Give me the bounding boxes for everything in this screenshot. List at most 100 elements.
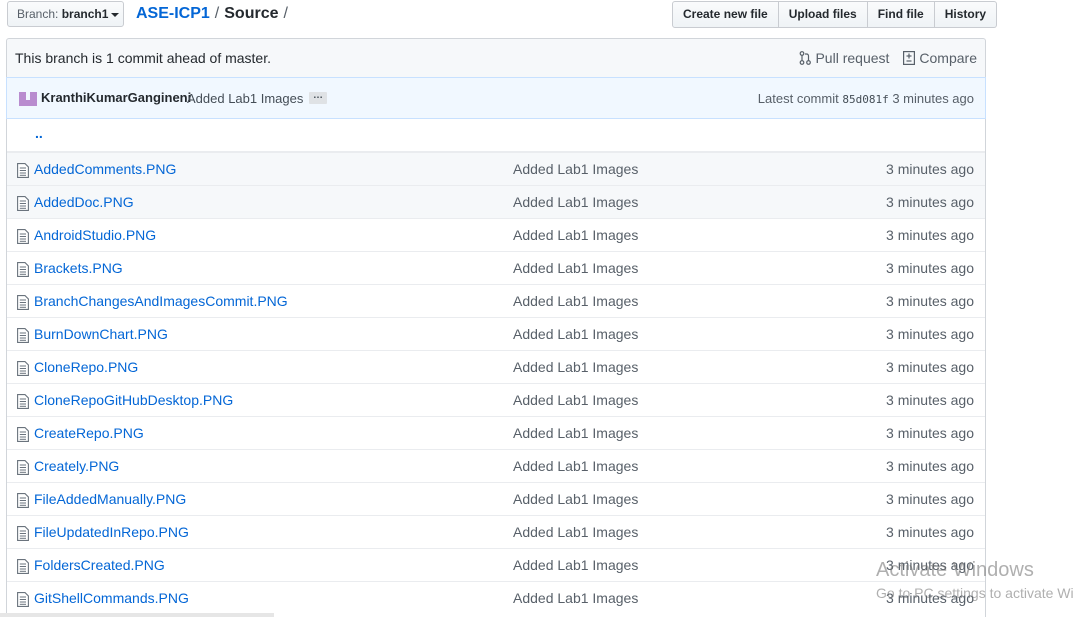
file-row[interactable]: Creately.PNG Added Lab1 Images 3 minutes a… xyxy=(7,449,985,482)
file-actions: Create new file Upload files Find file H… xyxy=(672,1,998,28)
file-commit-message-link[interactable]: Added Lab1 Images xyxy=(513,293,638,309)
compare-link[interactable]: Compare xyxy=(903,50,977,66)
pull-request-link[interactable]: Pull request xyxy=(799,50,889,66)
file-navigation: Branch: branch1 ASE-ICP1/Source / Create … xyxy=(0,0,998,30)
file-commit-age: 3 minutes ago xyxy=(886,524,974,540)
caret-down-icon xyxy=(111,12,120,17)
file-commit-message-link[interactable]: Added Lab1 Images xyxy=(513,557,638,573)
latest-commit-info: Latest commit 85d081f 3 minutes ago xyxy=(758,91,974,106)
file-name-link[interactable]: AndroidStudio.PNG xyxy=(34,227,156,243)
file-icon xyxy=(17,394,29,409)
breadcrumb-current-dir: Source xyxy=(224,5,279,22)
file-icon xyxy=(17,262,29,277)
file-name-link[interactable]: CreateRepo.PNG xyxy=(34,425,144,441)
branch-label: Branch: xyxy=(17,7,59,21)
branch-name: branch1 xyxy=(61,7,109,21)
horizontal-scrollbar[interactable] xyxy=(0,613,274,617)
file-commit-message-link[interactable]: Added Lab1 Images xyxy=(513,458,638,474)
file-row[interactable]: Brackets.PNG Added Lab1 Images 3 minutes a… xyxy=(7,251,985,284)
file-name-link[interactable]: FileUpdatedInRepo.PNG xyxy=(34,524,189,540)
identicon-avatar[interactable] xyxy=(19,91,37,107)
file-commit-age: 3 minutes ago xyxy=(886,458,974,474)
commit-sha-link[interactable]: 85d081f xyxy=(842,93,888,106)
branch-status-bar: This branch is 1 commit ahead of master.… xyxy=(6,38,986,77)
file-commit-age: 3 minutes ago xyxy=(886,227,974,243)
file-rows: AddedComments.PNG Added Lab1 Images 3 minu… xyxy=(7,152,985,614)
file-row[interactable]: BranchChangesAndImagesCommit.PNG Added La… xyxy=(7,284,985,317)
file-icon xyxy=(17,526,29,541)
file-list: .. AddedComments.PNG Added Lab1 Images 3 m… xyxy=(6,119,986,617)
branch-select-button[interactable]: Branch: branch1 xyxy=(7,1,124,27)
file-commit-age: 3 minutes ago xyxy=(886,491,974,507)
file-row[interactable]: GitShellCommands.PNG Added Lab1 Images 3 m… xyxy=(7,581,985,614)
file-commit-age: 3 minutes ago xyxy=(886,425,974,441)
file-name-link[interactable]: FoldersCreated.PNG xyxy=(34,557,165,573)
file-commit-age: 3 minutes ago xyxy=(886,194,974,210)
file-row[interactable]: FileUpdatedInRepo.PNG Added Lab1 Images 3 … xyxy=(7,515,985,548)
file-commit-age: 3 minutes ago xyxy=(886,392,974,408)
file-name-link[interactable]: AddedDoc.PNG xyxy=(34,194,134,210)
commit-age: 3 minutes ago xyxy=(892,91,974,106)
commit-message-link[interactable]: Added Lab1 Images xyxy=(187,91,303,106)
create-new-file-button[interactable]: Create new file xyxy=(672,1,779,28)
file-commit-age: 3 minutes ago xyxy=(886,293,974,309)
file-name-link[interactable]: Creately.PNG xyxy=(34,458,119,474)
latest-commit-bar: KranthiKumarGangineni Added Lab1 Images … xyxy=(6,77,986,119)
file-row[interactable]: CloneRepoGitHubDesktop.PNG Added Lab1 Ima… xyxy=(7,383,985,416)
file-commit-message-link[interactable]: Added Lab1 Images xyxy=(513,194,638,210)
breadcrumb-separator: / xyxy=(283,5,288,22)
file-commit-age: 3 minutes ago xyxy=(886,557,974,573)
file-icon xyxy=(17,460,29,475)
file-name-link[interactable]: Brackets.PNG xyxy=(34,260,123,276)
file-name-link[interactable]: CloneRepo.PNG xyxy=(34,359,138,375)
file-row[interactable]: AddedDoc.PNG Added Lab1 Images 3 minutes a… xyxy=(7,185,985,218)
file-row[interactable]: BurnDownChart.PNG Added Lab1 Images 3 minu… xyxy=(7,317,985,350)
file-commit-message-link[interactable]: Added Lab1 Images xyxy=(513,227,638,243)
find-file-button[interactable]: Find file xyxy=(867,1,935,28)
diff-icon xyxy=(903,51,916,65)
file-commit-age: 3 minutes ago xyxy=(886,260,974,276)
file-row[interactable]: CreateRepo.PNG Added Lab1 Images 3 minutes… xyxy=(7,416,985,449)
history-button[interactable]: History xyxy=(934,1,998,28)
compare-label: Compare xyxy=(919,50,977,66)
breadcrumb-separator: / xyxy=(214,5,220,22)
file-icon xyxy=(17,427,29,442)
commit-author-link[interactable]: KranthiKumarGangineni xyxy=(41,90,191,105)
expand-commit-button[interactable]: … xyxy=(309,91,327,104)
breadcrumb-repo-link[interactable]: ASE-ICP1 xyxy=(136,5,210,22)
file-commit-message-link[interactable]: Added Lab1 Images xyxy=(513,392,638,408)
file-commit-message-link[interactable]: Added Lab1 Images xyxy=(513,524,638,540)
file-name-link[interactable]: FileAddedManually.PNG xyxy=(34,491,186,507)
branch-status-message: This branch is 1 commit ahead of master. xyxy=(15,50,271,66)
parent-directory-row[interactable]: .. xyxy=(7,119,985,152)
file-icon xyxy=(17,559,29,574)
file-icon xyxy=(17,196,29,211)
file-commit-message-link[interactable]: Added Lab1 Images xyxy=(513,260,638,276)
file-icon xyxy=(17,592,29,607)
file-row[interactable]: AndroidStudio.PNG Added Lab1 Images 3 minu… xyxy=(7,218,985,251)
file-commit-message-link[interactable]: Added Lab1 Images xyxy=(513,326,638,342)
file-commit-message-link[interactable]: Added Lab1 Images xyxy=(513,359,638,375)
file-row[interactable]: FileAddedManually.PNG Added Lab1 Images 3 … xyxy=(7,482,985,515)
file-row[interactable]: CloneRepo.PNG Added Lab1 Images 3 minutes … xyxy=(7,350,985,383)
file-name-link[interactable]: GitShellCommands.PNG xyxy=(34,590,189,606)
file-commit-message-link[interactable]: Added Lab1 Images xyxy=(513,425,638,441)
parent-directory-link[interactable]: .. xyxy=(35,125,43,141)
branch-status-links: Pull request Compare xyxy=(799,50,977,66)
pull-request-label: Pull request xyxy=(815,50,890,66)
file-icon xyxy=(17,163,29,178)
file-commit-message-link[interactable]: Added Lab1 Images xyxy=(513,161,638,177)
file-name-link[interactable]: BranchChangesAndImagesCommit.PNG xyxy=(34,293,288,309)
file-commit-message-link[interactable]: Added Lab1 Images xyxy=(513,491,638,507)
file-icon xyxy=(17,328,29,343)
file-name-link[interactable]: AddedComments.PNG xyxy=(34,161,176,177)
file-name-link[interactable]: CloneRepoGitHubDesktop.PNG xyxy=(34,392,233,408)
latest-commit-label: Latest commit xyxy=(757,91,839,106)
file-row[interactable]: FoldersCreated.PNG Added Lab1 Images 3 min… xyxy=(7,548,985,581)
file-commit-message-link[interactable]: Added Lab1 Images xyxy=(513,590,638,606)
file-icon xyxy=(17,493,29,508)
upload-files-button[interactable]: Upload files xyxy=(778,1,868,28)
file-commit-age: 3 minutes ago xyxy=(886,590,974,606)
file-name-link[interactable]: BurnDownChart.PNG xyxy=(34,326,168,342)
file-row[interactable]: AddedComments.PNG Added Lab1 Images 3 minu… xyxy=(7,152,985,185)
